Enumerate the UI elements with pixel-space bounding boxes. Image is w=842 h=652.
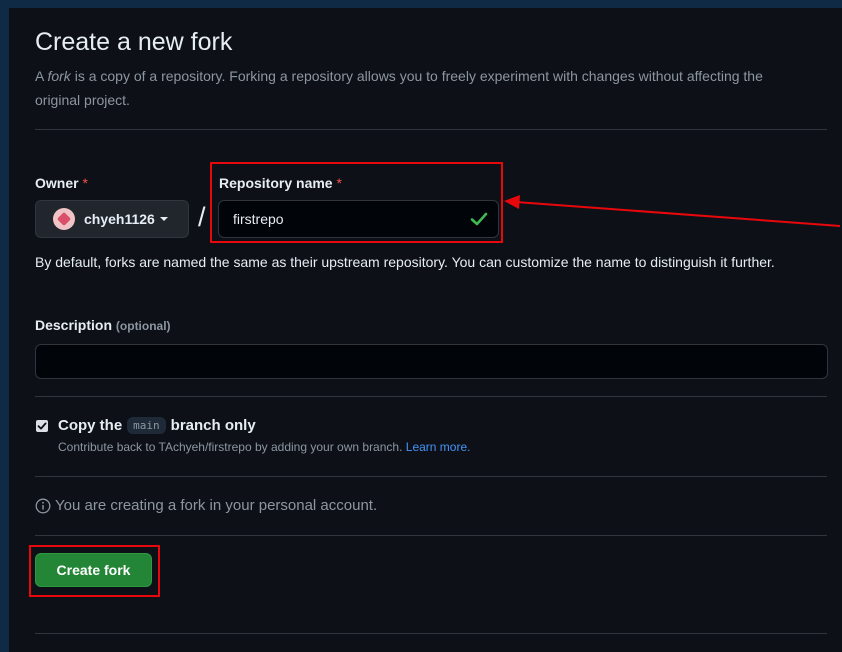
- path-separator: /: [198, 202, 206, 232]
- checkmark-icon: [37, 422, 47, 430]
- chevron-down-icon: [159, 217, 168, 221]
- divider: [35, 129, 827, 130]
- owner-label: Owner *: [35, 175, 88, 191]
- copy-branch-description: Contribute back to TAchyeh/firstrepo by …: [58, 440, 471, 454]
- page-title: Create a new fork: [35, 28, 233, 56]
- branch-name-code: main: [127, 417, 166, 434]
- divider: [35, 535, 827, 536]
- annotation-arrow: [504, 195, 841, 227]
- fork-term: fork: [47, 68, 71, 84]
- copy-branch-checkbox[interactable]: [36, 420, 48, 432]
- optional-tag: (optional): [115, 319, 171, 333]
- learn-more-link[interactable]: Learn more.: [406, 440, 471, 454]
- personal-account-notice: You are creating a fork in your personal…: [35, 497, 377, 514]
- create-fork-highlight: [29, 545, 160, 597]
- fork-name-hint: By default, forks are named the same as …: [35, 254, 775, 270]
- info-icon: [35, 498, 51, 513]
- description-label: Description (optional): [35, 317, 171, 333]
- description-input[interactable]: [35, 344, 828, 379]
- owner-select-button[interactable]: chyeh1126: [35, 200, 189, 238]
- avatar: [53, 208, 75, 230]
- required-mark: *: [82, 175, 88, 191]
- divider: [35, 476, 827, 477]
- owner-name: chyeh1126: [84, 211, 155, 227]
- divider: [35, 633, 827, 634]
- copy-branch-label: Copy the main branch only: [58, 417, 256, 434]
- divider: [35, 396, 827, 397]
- repository-name-highlight: [210, 162, 503, 243]
- page-subtitle: A fork is a copy of a repository. Forkin…: [35, 68, 763, 108]
